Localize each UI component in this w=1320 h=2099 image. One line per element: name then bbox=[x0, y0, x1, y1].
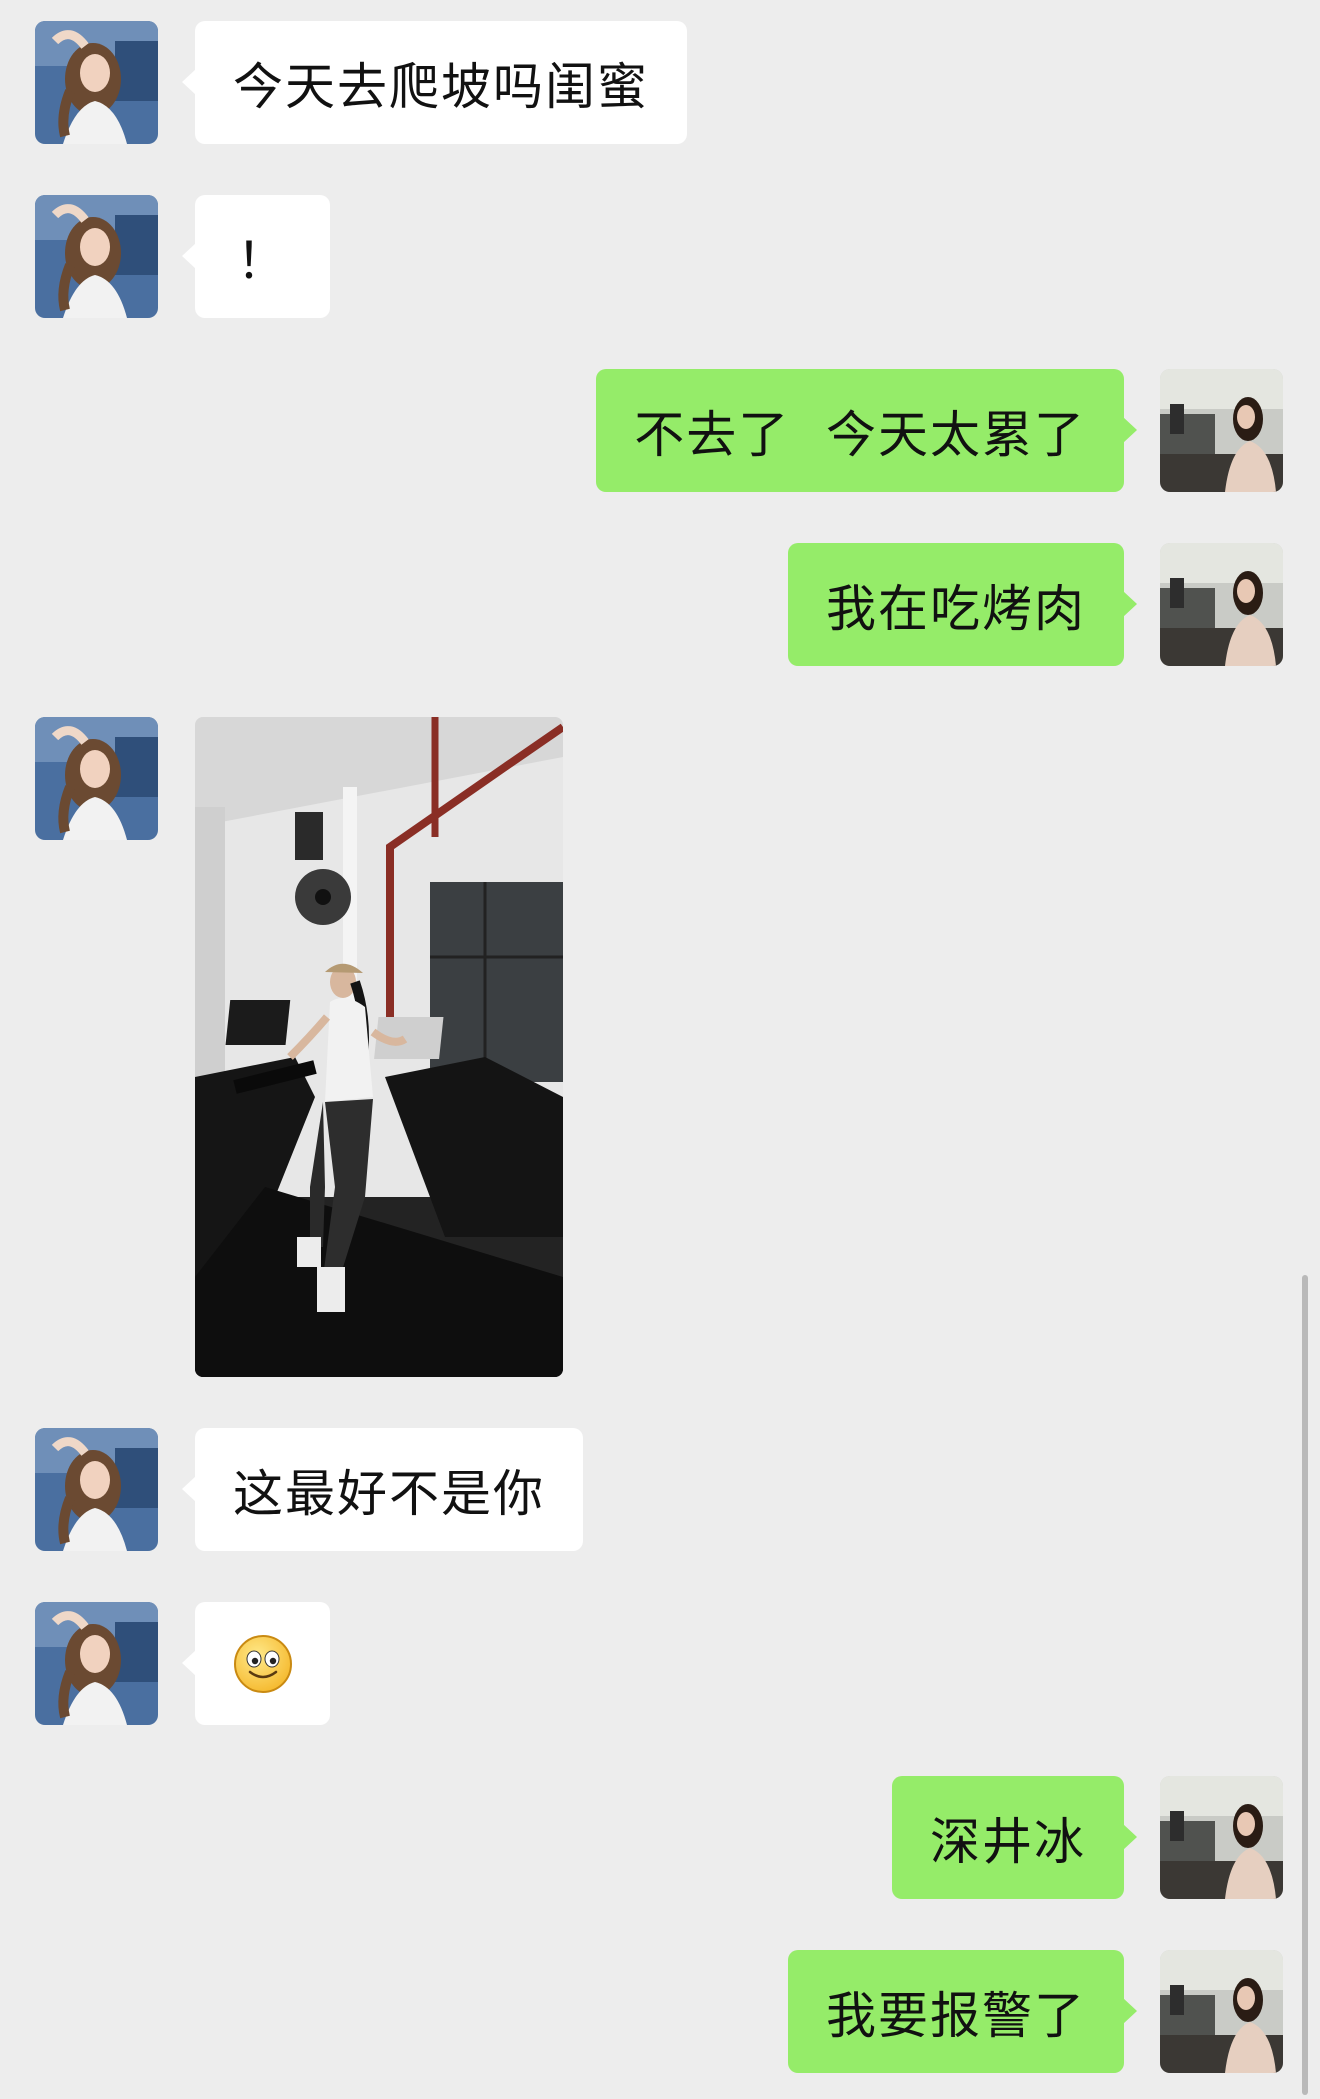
my-avatar[interactable] bbox=[1160, 369, 1283, 492]
outgoing-message-bubble[interactable]: 深井冰 bbox=[892, 1776, 1137, 1899]
outgoing-message-bubble[interactable]: 我要报警了 bbox=[788, 1950, 1137, 2073]
outgoing-message-bubble[interactable]: 我在吃烤肉 bbox=[788, 543, 1137, 666]
my-avatar[interactable] bbox=[1160, 1776, 1283, 1899]
image-message-treadmill-photo[interactable] bbox=[195, 717, 563, 1377]
incoming-message-bubble[interactable]: 这最好不是你 bbox=[182, 1428, 583, 1551]
my-avatar[interactable] bbox=[1160, 1950, 1283, 2073]
my-avatar[interactable] bbox=[1160, 543, 1283, 666]
scrollbar[interactable] bbox=[1302, 1275, 1308, 2095]
friend-avatar[interactable] bbox=[35, 717, 158, 840]
incoming-emoji-bubble[interactable] bbox=[182, 1602, 330, 1725]
friend-avatar[interactable] bbox=[35, 1602, 158, 1725]
friend-avatar[interactable] bbox=[35, 1428, 158, 1551]
smile-emoji-icon bbox=[233, 1634, 292, 1693]
incoming-message-bubble[interactable]: 今天去爬坡吗闺蜜 bbox=[182, 21, 687, 144]
incoming-message-bubble[interactable]: ！ bbox=[182, 195, 330, 318]
friend-avatar[interactable] bbox=[35, 21, 158, 144]
outgoing-message-bubble[interactable]: 不去了 今天太累了 bbox=[596, 369, 1137, 492]
friend-avatar[interactable] bbox=[35, 195, 158, 318]
